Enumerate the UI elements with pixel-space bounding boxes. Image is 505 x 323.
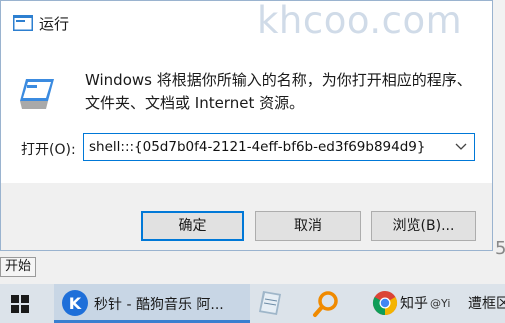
windows-start-icon[interactable] <box>0 284 40 323</box>
open-label: 打开(O): <box>21 142 76 158</box>
svg-text:K: K <box>69 294 82 313</box>
taskbar-chrome-label: 知乎 <box>400 296 428 312</box>
browse-button[interactable]: 浏览(B)... <box>371 211 476 241</box>
description-text: Windows 将根据你所输入的名称，为你打开相应的程序、文件夹、文档或 Int… <box>85 71 472 112</box>
title-bar[interactable]: 运行 khcoo.com <box>1 0 492 43</box>
kugou-k-icon: K <box>69 294 82 313</box>
taskbar: K 秒针 - 酷狗音乐 阿... 知乎 @Yi 遭框区 <box>0 284 505 323</box>
desktop-text: 5 <box>495 238 505 259</box>
dialog-content: Windows 将根据你所输入的名称，为你打开相应的程序、文件夹、文档或 Int… <box>1 43 492 183</box>
search-tool-icon[interactable] <box>312 290 340 318</box>
open-combobox[interactable]: shell:::{05d7b0f4-2121-4eff-bf6b-ed3f69b… <box>83 133 475 161</box>
taskbar-kugou-label: 秒针 - 酷狗音乐 阿... <box>94 297 224 313</box>
open-input[interactable]: shell:::{05d7b0f4-2121-4eff-bf6b-ed3f69b… <box>89 139 425 155</box>
taskbar-kugou-item[interactable]: K 秒针 - 酷狗音乐 阿... <box>54 284 250 323</box>
taskbar-extra-label: 遭框区 <box>468 296 505 312</box>
taskbar-chrome-sublabel: @Yi <box>430 297 451 310</box>
ok-button[interactable]: 确定 <box>141 211 244 241</box>
notes-app-icon[interactable] <box>255 289 285 317</box>
chrome-icon[interactable] <box>372 290 398 316</box>
run-app-icon <box>13 15 33 31</box>
kugou-icon: K <box>62 290 88 316</box>
run-icon <box>20 79 54 109</box>
cancel-button[interactable]: 取消 <box>255 211 361 241</box>
chevron-down-icon[interactable] <box>454 139 468 153</box>
start-tooltip: 开始 <box>0 257 37 277</box>
window-title: 运行 <box>39 15 70 33</box>
watermark-text: khcoo.com <box>257 0 463 42</box>
run-dialog: 运行 khcoo.com Windows 将根据你所输入的名称，为你打开相应的程… <box>0 0 493 251</box>
